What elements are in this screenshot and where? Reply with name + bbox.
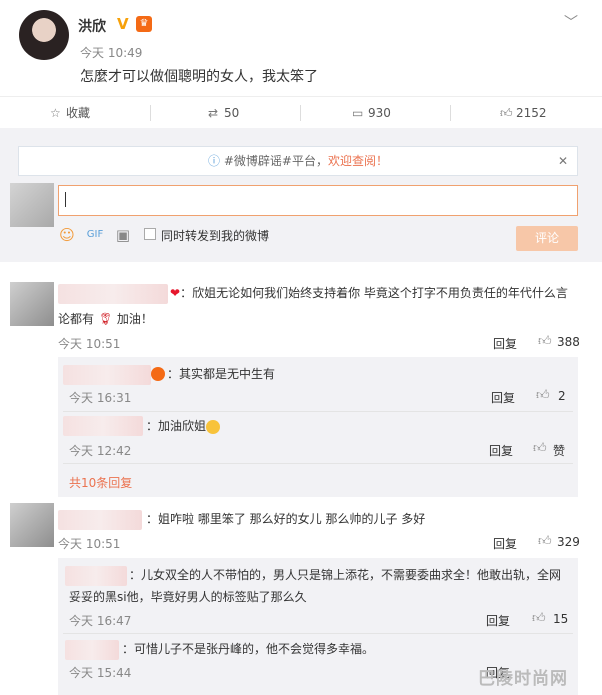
reply-text-content: ：加油欣姐	[146, 419, 207, 433]
more-replies-link[interactable]: 共10条回复	[69, 474, 132, 491]
watermark: 巴陵时尚网	[478, 669, 568, 689]
collect-label: 收藏	[66, 106, 91, 120]
reply-button[interactable]: 回复	[486, 612, 510, 629]
reply-time: 今天 16:47	[69, 614, 132, 628]
image-icon[interactable]: ▣	[114, 226, 132, 244]
divider	[63, 463, 573, 464]
comment-time: 今天 10:51	[58, 537, 121, 551]
reply-text: ：加油欣姐	[146, 415, 221, 437]
reply-button[interactable]: 回复	[489, 442, 513, 459]
comment-text: ❤：欣姐无论如何我们始终支持着你 毕竟这个打字不用负责任的年代什么言	[170, 282, 568, 304]
thumb-up-icon[interactable]: 👍︎	[532, 611, 546, 626]
author-avatar[interactable]	[19, 10, 69, 60]
author-name[interactable]: 洪欣	[78, 16, 106, 36]
post-text: 怎麼才可以做個聰明的女人，我太笨了	[80, 69, 318, 85]
like-count: 388	[557, 335, 580, 349]
submit-comment-button[interactable]: 评论	[516, 226, 578, 251]
thumb-up-icon: 👍︎	[500, 106, 513, 120]
notice-link[interactable]: 欢迎查阅！	[328, 154, 388, 168]
comment-button[interactable]: ▭ 930	[352, 97, 391, 129]
close-icon[interactable]: ✕	[558, 154, 568, 168]
like-count: 2152	[516, 106, 547, 120]
vip-crown-icon: ♛	[136, 16, 152, 32]
reply-button[interactable]: 回复	[493, 535, 517, 552]
comment-text-line2: 论都有 🌹︎ 加油！	[58, 308, 153, 330]
divider	[0, 128, 602, 136]
like-count: 15	[553, 612, 569, 626]
comment-text-part: 论都有	[58, 312, 95, 326]
notice-prefix[interactable]: #微博辟谣#平台，	[224, 154, 328, 168]
comment-text-line1: ：欣姐无论如何我们始终支持着你 毕竟这个打字不用负责任的年代什么言	[180, 286, 568, 300]
post-time[interactable]: 今天 10:49	[80, 44, 142, 61]
vip-icon	[151, 367, 165, 381]
info-icon: ⓘ	[208, 154, 221, 168]
divider	[63, 411, 573, 412]
replier-name[interactable]	[65, 566, 127, 586]
thumb-up-icon[interactable]: 👍︎	[533, 441, 547, 456]
divider	[150, 105, 151, 121]
sync-checkbox[interactable]	[144, 228, 156, 240]
divider	[300, 105, 301, 121]
replier-name[interactable]	[65, 640, 119, 660]
commenter-avatar[interactable]	[10, 503, 54, 547]
sync-label: 同时转发到我的微博	[161, 229, 270, 243]
comment-time: 今天 10:51	[58, 337, 121, 351]
thumb-up-icon[interactable]: 👍︎	[538, 334, 552, 349]
action-bar: ☆ 收藏 ⇄ 50 ▭ 930 👍︎ 2152	[0, 96, 602, 128]
like-label[interactable]: 赞	[553, 442, 565, 459]
comment-text: ：姐咋啦 哪里笨了 那么好的女儿 那么帅的儿子 多好	[146, 512, 426, 526]
reply-time: 今天 12:42	[69, 444, 132, 458]
rose-icon: 🌹︎	[97, 312, 114, 326]
my-avatar	[10, 183, 54, 227]
heart-icon: ❤	[170, 286, 181, 300]
repost-icon: ⇄	[208, 106, 219, 120]
reply-text: ：其实都是无中生有	[167, 367, 276, 381]
verified-v-icon: V	[117, 15, 129, 33]
comment-text-part: 加油！	[116, 312, 153, 326]
like-count: 329	[557, 535, 580, 549]
collect-button[interactable]: ☆ 收藏	[50, 97, 90, 129]
comment-icon: ▭	[352, 106, 364, 120]
repost-count: 50	[224, 106, 240, 120]
commenter-name[interactable]	[58, 510, 142, 530]
commenter-avatar[interactable]	[10, 282, 54, 326]
emoji-icon[interactable]: ☺	[58, 226, 76, 244]
replier-name[interactable]	[63, 416, 143, 436]
smile-emoji-icon	[206, 419, 221, 434]
like-count: 2	[558, 389, 566, 403]
reply-button[interactable]: 回复	[493, 335, 517, 352]
thumb-up-icon[interactable]: 👍︎	[536, 388, 550, 403]
text-caret	[65, 192, 66, 207]
gif-icon[interactable]: GIF	[86, 226, 104, 244]
divider	[450, 105, 451, 121]
divider	[63, 633, 573, 634]
repost-button[interactable]: ⇄ 50	[208, 97, 239, 129]
reply-time: 今天 16:31	[69, 391, 132, 405]
star-icon: ☆	[50, 106, 61, 120]
thumb-up-icon[interactable]: 👍︎	[538, 534, 552, 549]
rumor-notice: ⓘ #微博辟谣#平台，欢迎查阅！	[18, 146, 578, 176]
reply-text-line1: ：儿女双全的人不带怕的，男人只是锦上添花，不需要委曲求全！他敢出轨，全网	[129, 568, 562, 582]
chevron-down-icon[interactable]: ﹀	[562, 12, 580, 31]
commenter-name[interactable]	[58, 284, 168, 304]
reply-button[interactable]: 回复	[491, 389, 515, 406]
reply-text: ：可惜儿子不是张丹峰的，他不会觉得多幸福。	[122, 642, 375, 656]
reply-text-line2: 妥妥的黑si他，毕竟好男人的标签贴了那么久	[69, 590, 307, 604]
comment-input[interactable]	[58, 185, 578, 216]
like-button[interactable]: 👍︎ 2152	[500, 97, 547, 129]
replier-name[interactable]	[63, 365, 151, 385]
comment-count: 930	[368, 106, 391, 120]
reply-time: 今天 15:44	[69, 666, 132, 680]
